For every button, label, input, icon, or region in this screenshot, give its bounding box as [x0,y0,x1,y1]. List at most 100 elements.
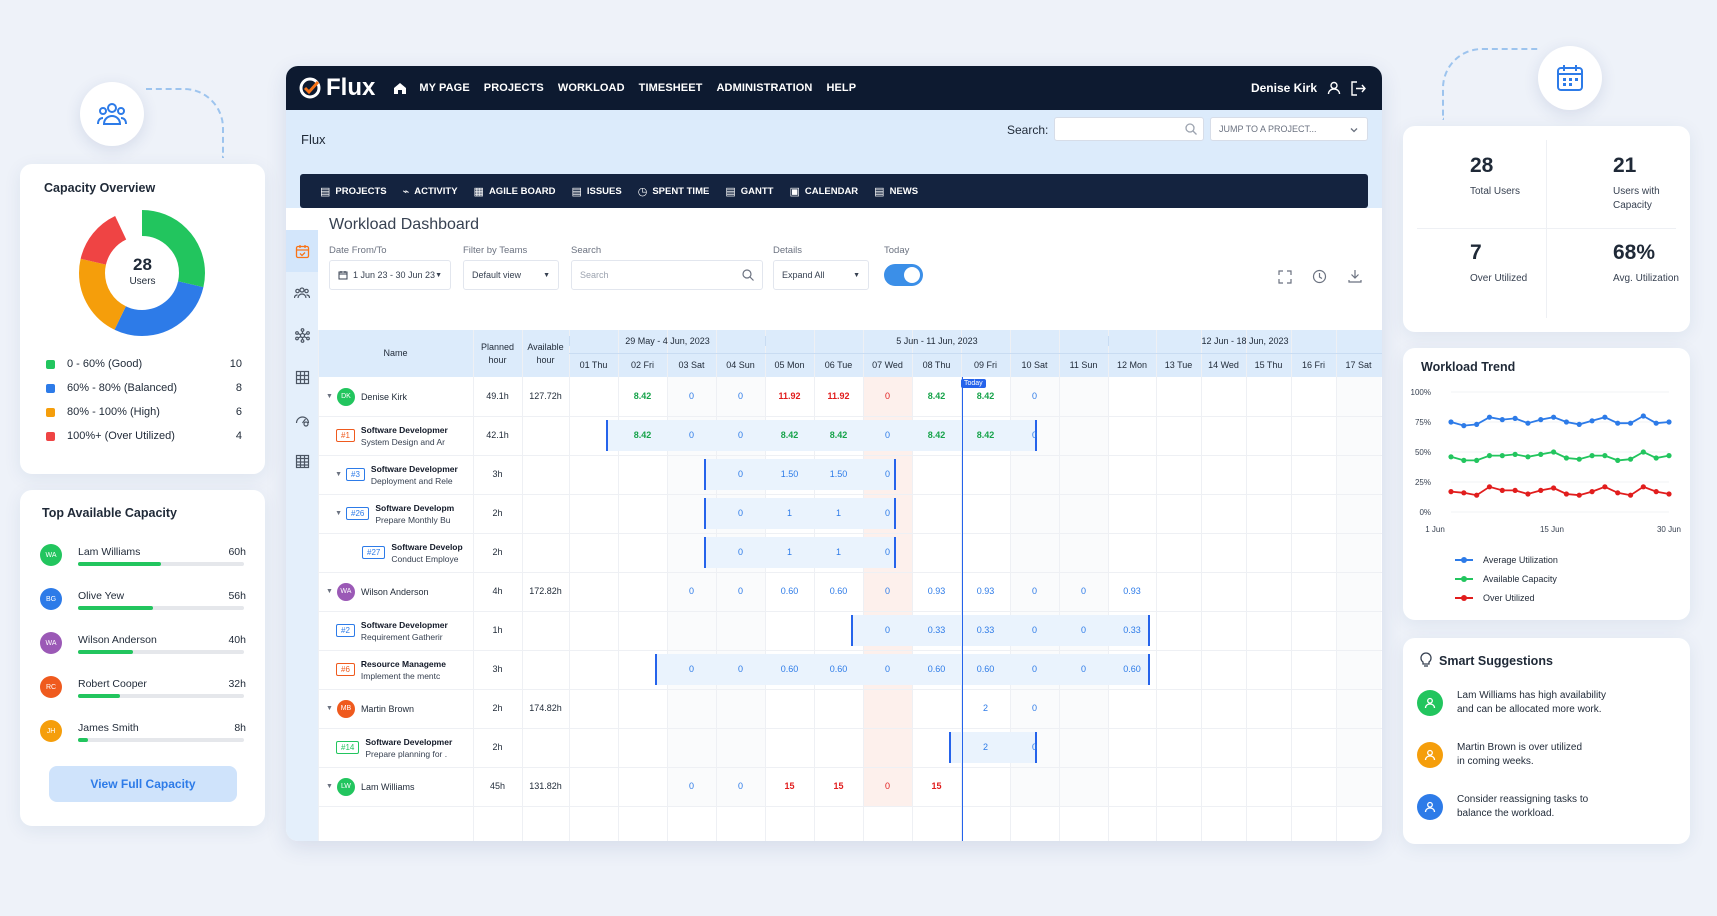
day-hours: 11.92 [827,391,850,401]
task-timeline-bar[interactable] [704,459,896,490]
jump-to-project-select[interactable]: JUMP TO A PROJECT... [1210,117,1368,141]
x-tick: 1 Jun [1425,525,1445,534]
expand-caret-icon[interactable]: ▼ [318,510,346,517]
tab-agile-board[interactable]: ▦ AGILE BOARD [474,185,556,198]
nav-projects[interactable]: PROJECTS [484,82,544,94]
task-row[interactable]: ▼ #26 Software Developm Prepare Monthly Bu 2… [318,494,1382,533]
task-row[interactable]: #2 Software Developmer Requirement Gatheri… [318,611,1382,650]
tab-activity[interactable]: ⌁ ACTIVITY [403,185,458,198]
task-title: System Design and Ar [360,436,446,447]
expand-caret-icon[interactable]: ▼ [326,705,333,712]
day-hours: 11.92 [778,391,801,401]
task-row[interactable]: #6 Resource Manageme Implement the mentc 3h… [318,650,1382,689]
person-row[interactable]: BG Olive Yew 56h [40,586,246,630]
task-id-badge[interactable]: #6 [336,663,355,676]
user-name[interactable]: Denise Kirk [1251,81,1317,95]
history-icon[interactable] [1312,269,1327,284]
sidebar-team[interactable] [286,272,318,314]
user-row[interactable]: ▼ WA Wilson Anderson 4h 172.82h 0 0 0.60 0.60 0 0.… [318,572,1382,611]
capacity-progress-fill [78,650,133,654]
app-logo[interactable]: Flux [298,74,375,102]
user-row[interactable]: ▼ LW Lam Williams 45h 131.82h 0 0 15 15 0 15 [318,767,1382,806]
home-icon[interactable] [393,81,407,95]
tab-issues[interactable]: ▤ ISSUES [571,185,621,198]
day-hours: 0 [1080,625,1087,635]
task-timeline-bar[interactable] [704,498,896,529]
user-name: Wilson Anderson [360,586,429,597]
sidebar-grid[interactable] [286,440,318,482]
date-range-picker[interactable]: 1 Jun 23 - 30 Jun 23 ▼ [329,260,451,290]
nav-help[interactable]: HELP [826,82,856,94]
person-icon [1417,690,1443,716]
breadcrumb[interactable]: Flux [301,132,326,147]
day-hours: 0 [688,781,695,791]
tab-projects[interactable]: ▤ PROJECTS [320,185,387,198]
person-row[interactable]: WA Wilson Anderson 40h [40,630,246,674]
user-icon[interactable] [1327,81,1341,95]
fullscreen-icon[interactable] [1278,270,1292,284]
day-hours: 0 [884,586,891,596]
task-timeline-bar[interactable] [606,420,1037,451]
project-search-input[interactable] [1054,117,1204,141]
app-window: Flux MY PAGE PROJECTS WORKLOAD TIMESHEET ADM… [286,66,1382,841]
user-row[interactable]: ▼ MB Martin Brown 2h 174.82h 2 0 [318,689,1382,728]
stat-users: 28 Total Users [1423,154,1543,224]
task-id-badge[interactable]: #27 [362,546,386,559]
series-point [1512,451,1518,457]
task-timeline-bar[interactable] [851,615,1150,646]
task-id-badge[interactable]: #2 [336,624,355,637]
user-row[interactable]: ▼ DK Denise Kirk 49.1h 127.72h 8.42 0 0 11.92 11.… [318,377,1382,416]
grid-icon [295,454,309,468]
nav-timesheet[interactable]: TIMESHEET [639,82,703,94]
task-row[interactable]: #14 Software Developmer Prepare planning f… [318,728,1382,767]
sidebar-gauge[interactable] [286,398,318,440]
day-hours: 8.42 [976,430,995,440]
expand-caret-icon[interactable]: ▼ [326,783,333,790]
expand-caret-icon[interactable]: ▼ [326,393,333,400]
task-row[interactable]: #27 Software Develop Conduct Employe 2h 0 1 1 0 [318,533,1382,572]
task-id-badge[interactable]: #1 [336,429,355,442]
task-id-badge[interactable]: #3 [346,468,365,481]
today-toggle[interactable] [884,264,923,286]
legend-value: 6 [235,406,242,418]
task-id-badge[interactable]: #26 [346,507,370,520]
teams-filter-select[interactable]: Default view ▼ [463,260,559,290]
tab-spent-time[interactable]: ◷ SPENT TIME [638,185,710,198]
sidebar-table[interactable] [286,356,318,398]
expand-caret-icon[interactable]: ▼ [326,588,333,595]
person-row[interactable]: RC Robert Cooper 32h [40,674,246,718]
tab-label: GANTT [740,185,774,197]
task-id-badge[interactable]: #14 [336,741,360,754]
person-row[interactable]: JH James Smith 8h [40,718,246,762]
task-row[interactable]: ▼ #3 Software Developmer Deployment and Rel… [318,455,1382,494]
expand-caret-icon[interactable]: ▼ [318,471,346,478]
sidebar-network[interactable] [286,314,318,356]
task-timeline-bar[interactable] [655,654,1150,685]
legend-label: Average Utilization [1483,554,1558,565]
tab-calendar[interactable]: ▣ CALENDAR [789,185,858,198]
download-icon[interactable] [1348,269,1362,283]
sidebar-calendar[interactable] [286,230,318,272]
avatar: DK [336,387,355,406]
nav-workload[interactable]: WORKLOAD [558,82,625,94]
nav-administration[interactable]: ADMINISTRATION [717,82,813,94]
task-project: Software Developmer [365,736,453,747]
avatar: RC [40,676,62,698]
tab-news[interactable]: ▤ NEWS [874,185,918,198]
details-select[interactable]: Expand All ▼ [773,260,869,290]
day-header: 10 Sat [1021,360,1048,370]
view-full-capacity-button[interactable]: View Full Capacity [49,766,237,802]
person-name: Wilson Anderson [78,634,157,646]
day-hours: 0 [1080,586,1087,596]
logout-icon[interactable] [1351,80,1366,96]
legend-value: 10 [229,358,242,370]
day-header: 06 Tue [824,360,853,370]
search-input[interactable]: Search [571,260,763,290]
tab-gantt[interactable]: ▤ GANTT [725,185,773,198]
series-point [1461,457,1467,463]
task-row[interactable]: #1 Software Developmer System Design and A… [318,416,1382,455]
col-header-available: hour [536,355,555,365]
person-row[interactable]: WA Lam Williams 60h [40,542,246,586]
task-timeline-bar[interactable] [704,537,896,568]
nav-my-page[interactable]: MY PAGE [419,82,469,94]
